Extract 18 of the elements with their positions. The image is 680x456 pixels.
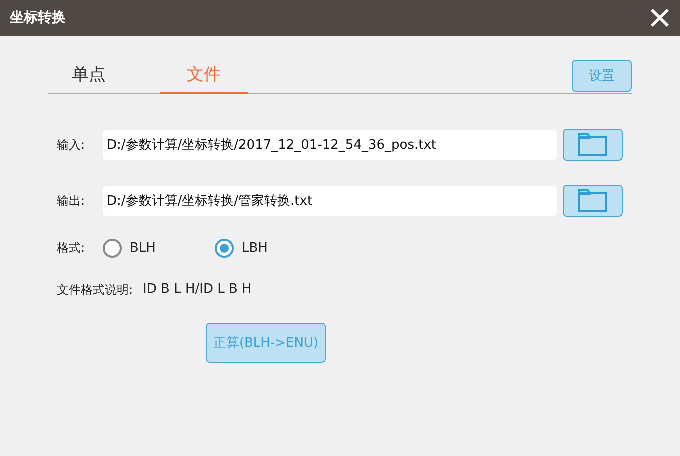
folder-icon [578,133,608,157]
field-label: 输出: [57,192,86,210]
path-field[interactable]: D:/参数计算/坐标转换/管家转换.txt [103,186,557,216]
folder-icon [578,189,608,213]
close-icon[interactable] [650,8,670,28]
field-label: 输入: [57,136,86,154]
format-label: 格式: [57,240,86,257]
window-title: 坐标转换 [10,9,66,27]
tab[interactable]: 单点 [48,63,160,94]
radio-button[interactable] [103,239,122,258]
description-text: ID B L H/ID L B H [143,282,252,299]
browse-button[interactable] [563,185,623,217]
path-field[interactable]: D:/参数计算/坐标转换/2017_12_01-12_54_36_pos.txt [103,130,557,160]
description-label: 文件格式说明: [57,282,134,299]
radio-button[interactable] [215,239,234,258]
radio-label: LBH [242,241,268,256]
radio-label: BLH [130,241,156,256]
browse-button[interactable] [563,129,623,161]
